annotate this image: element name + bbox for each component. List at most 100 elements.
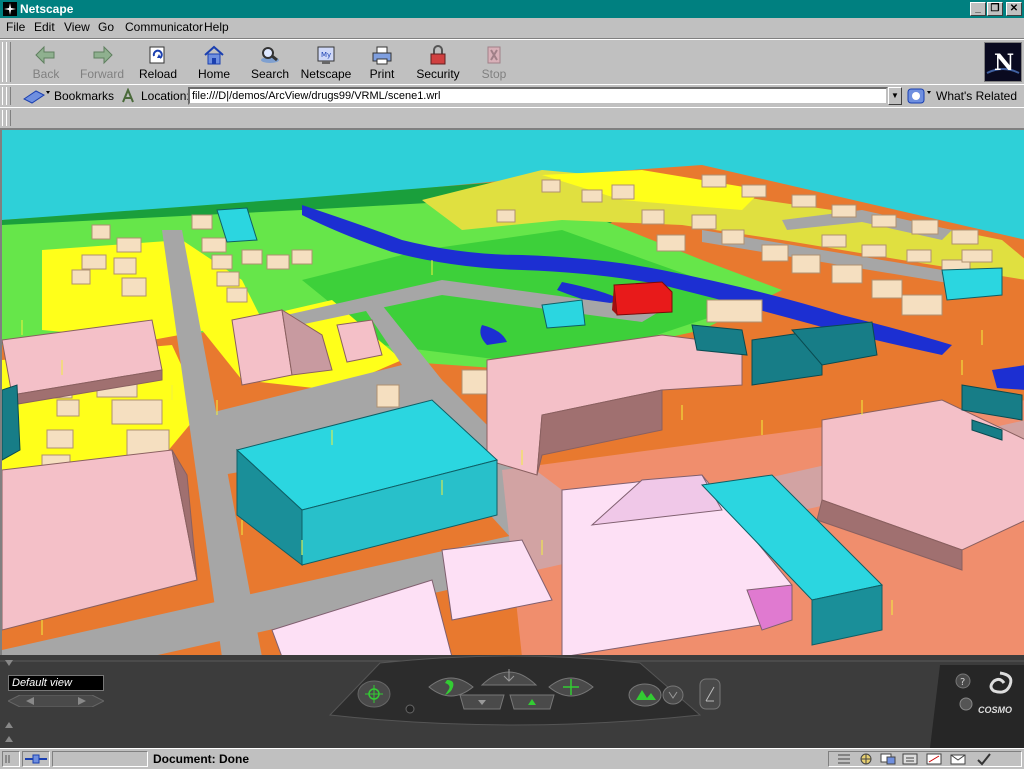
location-dropdown-button[interactable]: ▼ [888,87,902,105]
netscape-logo[interactable]: N [984,42,1022,82]
netscape-app-icon [3,2,17,16]
search-label: Search [250,67,290,81]
stop-icon [487,46,501,64]
zoom-out-button[interactable] [458,693,506,711]
discussions-icon[interactable] [879,752,897,766]
viewpoint-prev-next-buttons[interactable] [8,695,104,707]
tilt-icon [480,669,538,686]
print-label: Print [369,67,395,81]
tilt-mode-button[interactable] [478,663,540,689]
gravity-button[interactable] [698,677,722,711]
location-url-input[interactable]: file:///D|/demos/ArcView/drugs99/VRML/sc… [188,87,888,105]
help-button[interactable]: ? [955,673,971,689]
my-netscape-label: Netscape [300,67,352,81]
whats-related-icon [907,88,931,104]
netscape-n-icon: N [985,43,1021,81]
svg-text:?: ? [960,677,965,688]
seek-button[interactable] [356,679,392,709]
svg-text:My: My [321,51,331,59]
padlock-icon [430,45,446,65]
title-bar[interactable]: Netscape _ ❐ ✕ [0,0,1024,18]
preferences-dot-icon[interactable] [959,697,973,711]
back-arrow-icon [35,45,55,65]
cosmo-brand-label: COSMO [978,705,1013,715]
component-icons-panel [828,751,1022,767]
menu-go[interactable]: Go [98,20,114,34]
stop-button[interactable]: Stop [466,42,522,82]
search-button[interactable]: Search [242,42,298,82]
menu-bar: File Edit View Go Communicator Help [0,18,1024,39]
toolbar-grip-2 [6,42,11,82]
reload-button[interactable]: Reload [130,42,186,82]
home-button[interactable]: Home [186,42,242,82]
seek-target-icon [357,680,391,708]
cosmo-logo-icon [989,671,1013,694]
location-label: Location: [141,89,190,103]
menu-file[interactable]: File [6,20,25,34]
back-button[interactable]: Back [18,42,74,82]
city-model-render [2,130,1024,655]
forward-label: Forward [79,67,124,81]
svg-text:N: N [994,50,1014,76]
menu-edit[interactable]: Edit [34,20,55,34]
home-icon [204,45,224,65]
location-toolbar: Bookmarks Location: file:///D|/demos/Arc… [0,84,1024,108]
print-button[interactable]: Print [354,42,410,82]
security-status-panel [22,751,50,767]
whats-related-label: What's Related [936,89,1017,103]
status-bar: Document: Done [0,748,1024,769]
navigation-toolbar: Back Forward Reload Home Search My Netsc… [0,39,1024,85]
window-title: Netscape [20,2,74,16]
menu-help[interactable]: Help [204,20,229,34]
cosmo-player-dashboard: Default view ? COSMO [0,655,1024,748]
minimize-button[interactable]: _ [970,2,986,16]
composer-icon[interactable] [925,752,943,766]
personal-toolbar [0,107,1024,129]
undo-move-button[interactable] [662,685,684,705]
personal-toolbar-grip-2 [6,110,11,126]
forward-button[interactable]: Forward [74,42,130,82]
security-label: Security [416,67,460,81]
checkmark-icon[interactable] [975,752,993,766]
address-book-icon[interactable] [901,752,919,766]
zoom-in-button[interactable] [508,693,556,711]
vrml-3d-scene[interactable] [0,128,1024,655]
bookmarks-icon [23,90,50,104]
location-grip-2 [6,87,11,105]
viewpoint-name: Default view [8,675,104,691]
dashboard-expand-icon-2[interactable] [4,735,14,743]
back-label: Back [32,67,60,81]
security-button[interactable]: Security [410,42,466,82]
restore-button[interactable]: ❐ [987,2,1003,16]
menu-view[interactable]: View [64,20,90,34]
forward-arrow-icon [93,45,113,65]
home-label: Home [197,67,230,81]
component-bar-panel [2,751,20,767]
dashboard-collapse-icon[interactable] [4,659,14,667]
search-icon [261,47,279,63]
bookmarks-label: Bookmarks [54,89,115,103]
connection-plug-icon[interactable] [23,752,49,766]
printer-icon [372,46,392,65]
arrow-up-icon [509,694,555,710]
straighten-button[interactable] [628,683,662,707]
whats-related-button[interactable]: What's Related [906,86,1021,106]
navigator-icon[interactable] [835,752,853,766]
help-question-icon: ? [955,673,971,689]
my-netscape-icon: My [317,46,335,64]
component-grip-icon[interactable] [3,752,19,766]
chevron-down-icon [662,685,684,705]
stop-label: Stop [481,67,507,81]
arrow-down-icon [459,694,505,710]
mail-icon[interactable] [857,752,875,766]
my-netscape-button[interactable]: My Netscape [298,42,354,82]
dashboard-expand-icon[interactable] [4,721,14,729]
gravity-icon [699,678,721,710]
indicator-dot-icon [405,704,415,714]
progress-panel [52,751,148,767]
status-text: Document: Done [153,752,249,766]
close-button[interactable]: ✕ [1006,2,1022,16]
location-page-icon[interactable] [120,88,136,104]
menu-communicator[interactable]: Communicator [125,20,203,34]
inbox-icon[interactable] [949,752,967,766]
